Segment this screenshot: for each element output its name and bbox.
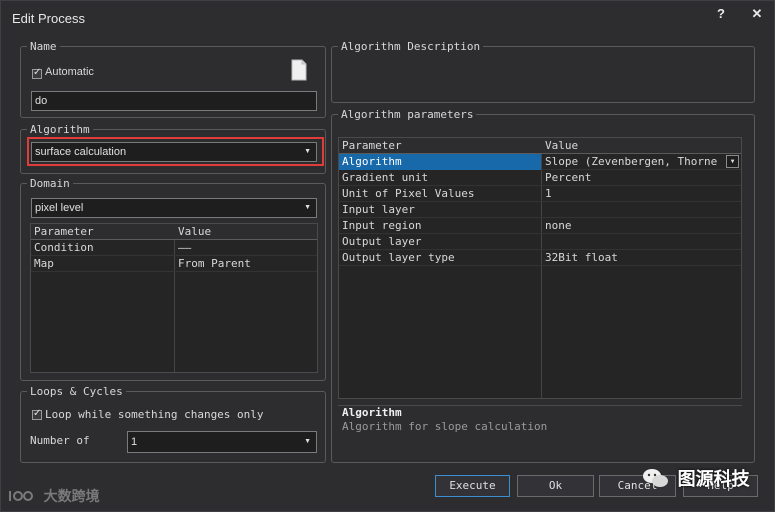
table-row[interactable]: Condition —— [31, 240, 317, 256]
params-grid-header: Parameter Value [339, 138, 741, 154]
row-value: Slope (Zevenbergen, Thorne (ER [545, 155, 725, 168]
cycles-select-value: 1 [131, 436, 138, 448]
loops-group: Loops & Cycles Loop while something chan… [20, 385, 326, 463]
row-parameter-selected: Algorithm [339, 154, 541, 170]
close-icon[interactable]: ✕ [747, 6, 767, 22]
row-parameter: Input region [342, 219, 422, 232]
algorithm-group: Algorithm surface calculation ▼ [20, 123, 326, 174]
name-legend: Name [27, 40, 60, 53]
table-row[interactable]: Gradient unit Percent [339, 170, 741, 186]
domain-group: Domain pixel level ▼ Parameter Value Con… [20, 177, 326, 381]
row-value: Percent [545, 171, 592, 184]
table-row[interactable]: Input layer [339, 202, 741, 218]
row-parameter: Unit of Pixel Values [342, 187, 475, 200]
wechat-icon [643, 469, 668, 487]
algorithm-select[interactable]: surface calculation ▼ [31, 142, 317, 162]
row-parameter: Condition [34, 241, 94, 254]
algorithm-select-value: surface calculation [35, 146, 127, 158]
params-group: Algorithm parameters Parameter Value Alg… [331, 108, 755, 463]
row-parameter: Output layer type [342, 251, 455, 264]
table-row[interactable]: Input region none [339, 218, 741, 234]
watermark-left: 大数跨境 [7, 486, 100, 506]
domain-grid: Parameter Value Condition —— Map From Pa… [30, 223, 318, 373]
domain-select[interactable]: pixel level ▼ [31, 198, 317, 218]
automatic-checkbox[interactable] [32, 67, 42, 79]
watermark-right-text: 图源科技 [677, 469, 750, 490]
edit-process-dialog: Edit Process ? ✕ Name Automatic do Algor… [0, 0, 775, 512]
chevron-down-icon: ▼ [304, 148, 311, 155]
column-header-parameter[interactable]: Parameter [31, 224, 174, 240]
chevron-down-icon: ▼ [304, 204, 311, 211]
algorithm-legend: Algorithm [27, 123, 93, 136]
watermark-logo-icon [9, 491, 33, 501]
row-parameter: Map [34, 257, 54, 270]
params-legend: Algorithm parameters [338, 108, 477, 121]
table-row[interactable]: Map From Parent [31, 256, 317, 272]
title-bar: Edit Process ? ✕ [1, 1, 774, 35]
row-parameter: Gradient unit [342, 171, 429, 184]
automatic-label: Automatic [45, 66, 94, 78]
description-legend: Algorithm Description [338, 40, 484, 53]
table-row[interactable]: Unit of Pixel Values 1 [339, 186, 741, 202]
number-label: Number of [30, 434, 90, 447]
table-row[interactable]: Output layer [339, 234, 741, 250]
domain-select-value: pixel level [35, 202, 84, 214]
table-row[interactable]: Algorithm Slope (Zevenbergen, Thorne (ER… [339, 154, 741, 170]
loops-legend: Loops & Cycles [27, 385, 126, 398]
description-group: Algorithm Description [331, 40, 755, 103]
row-value: From Parent [178, 257, 251, 270]
params-grid: Parameter Value Algorithm Slope (Zevenbe… [338, 137, 742, 399]
chevron-down-icon[interactable]: ▼ [726, 155, 739, 168]
column-header-value[interactable]: Value [175, 224, 317, 240]
name-group: Name Automatic do [20, 40, 326, 118]
column-header-parameter[interactable]: Parameter [339, 138, 540, 154]
row-value: 32Bit float [545, 251, 618, 264]
loop-label: Loop while something changes only [45, 408, 264, 421]
ok-button[interactable]: Ok [517, 475, 594, 497]
table-row[interactable]: Output layer type 32Bit float [339, 250, 741, 266]
row-value: 1 [545, 187, 552, 200]
loop-checkbox[interactable] [32, 408, 42, 420]
row-value: —— [178, 241, 192, 254]
help-icon[interactable]: ? [711, 6, 731, 21]
row-value: none [545, 219, 572, 232]
cycles-select[interactable]: 1 ▼ [127, 431, 317, 453]
info-title: Algorithm [342, 406, 402, 419]
domain-grid-header: Parameter Value [31, 224, 317, 240]
process-name-input[interactable]: do [31, 91, 317, 111]
watermark-left-text: 大数跨境 [43, 489, 100, 505]
column-header-value[interactable]: Value [542, 138, 741, 154]
dialog-title: Edit Process [12, 11, 85, 26]
document-icon[interactable] [291, 59, 307, 81]
chevron-down-icon: ▼ [304, 438, 311, 445]
execute-button[interactable]: Execute [435, 475, 510, 497]
info-text: Algorithm for slope calculation [342, 420, 548, 433]
row-parameter: Input layer [342, 203, 415, 216]
domain-legend: Domain [27, 177, 73, 190]
row-parameter: Output layer [342, 235, 422, 248]
watermark-right: 图源科技 [641, 465, 750, 491]
